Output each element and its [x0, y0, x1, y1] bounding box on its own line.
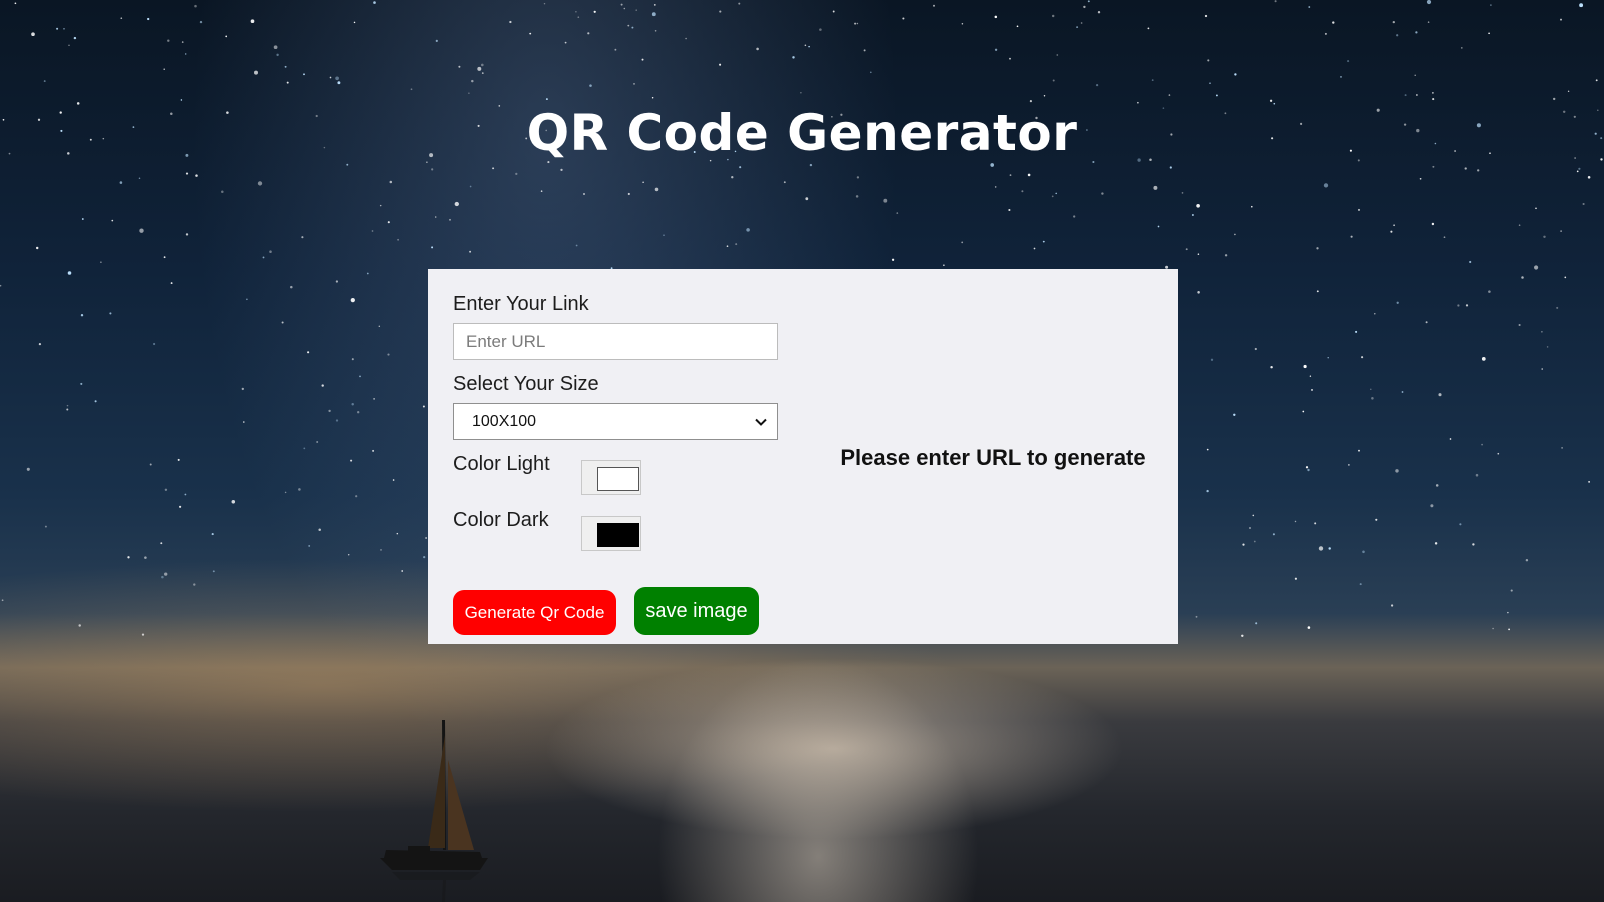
chevron-down-icon — [755, 418, 767, 426]
link-label: Enter Your Link — [453, 293, 589, 315]
color-light-picker[interactable] — [581, 460, 641, 495]
save-image-button[interactable]: save image — [634, 587, 759, 635]
color-dark-label: Color Dark — [453, 509, 549, 531]
color-light-label: Color Light — [453, 453, 550, 475]
generate-qr-button[interactable]: Generate Qr Code — [453, 590, 616, 635]
color-dark-swatch — [597, 523, 639, 547]
page-title: QR Code Generator — [526, 104, 1078, 162]
color-light-swatch — [597, 467, 639, 491]
generator-panel: Enter Your Link Select Your Size 100X100… — [428, 269, 1178, 644]
url-input[interactable] — [453, 323, 778, 360]
size-label: Select Your Size — [453, 373, 599, 395]
size-select-value: 100X100 — [472, 413, 537, 430]
status-message: Please enter URL to generate — [840, 445, 1146, 470]
size-select[interactable]: 100X100 — [453, 403, 778, 440]
color-dark-picker[interactable] — [581, 516, 641, 551]
